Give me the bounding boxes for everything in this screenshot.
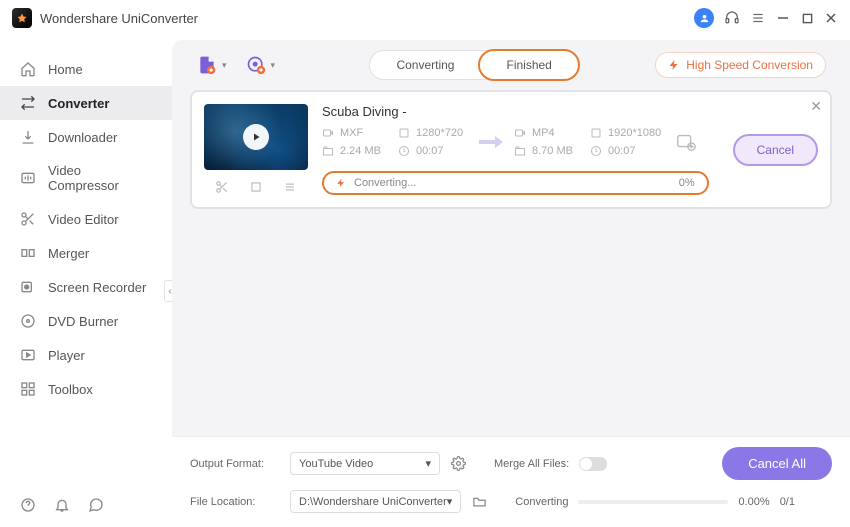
app-layout: Home Converter Downloader Video Compress…	[0, 36, 850, 527]
toolbar: ▾ ▾ Converting Finished High Speed Conve…	[172, 40, 850, 90]
progress-percent: 0%	[679, 177, 695, 189]
cancel-all-button[interactable]: Cancel All	[722, 447, 832, 480]
crop-icon[interactable]	[249, 180, 263, 194]
sidebar-item-label: Toolbox	[48, 382, 93, 397]
titlebar: Wondershare UniConverter	[0, 0, 850, 36]
overall-count: 0/1	[780, 496, 795, 508]
sidebar-item-downloader[interactable]: Downloader	[0, 120, 172, 154]
cancel-button[interactable]: Cancel	[733, 134, 818, 166]
sidebar-item-label: Video Compressor	[48, 163, 152, 193]
grid-icon	[20, 381, 36, 397]
sidebar-item-recorder[interactable]: Screen Recorder	[0, 270, 172, 304]
sidebar: Home Converter Downloader Video Compress…	[0, 36, 172, 527]
task-card: ✕ Scuba Diving - MXF	[190, 90, 832, 209]
converter-icon	[20, 95, 36, 111]
app-logo	[12, 8, 32, 28]
sidebar-item-label: DVD Burner	[48, 314, 118, 329]
download-icon	[20, 129, 36, 145]
output-format-label: Output Format:	[190, 458, 280, 470]
bolt-icon	[336, 178, 346, 188]
output-settings-button[interactable]	[675, 131, 697, 153]
file-location-label: File Location:	[190, 496, 280, 508]
sidebar-item-label: Video Editor	[48, 212, 119, 227]
compress-icon	[20, 170, 36, 186]
task-list: ✕ Scuba Diving - MXF	[172, 90, 850, 436]
file-title: Scuba Diving -	[322, 104, 709, 119]
app-title: Wondershare UniConverter	[40, 11, 198, 26]
minimize-icon[interactable]	[776, 11, 790, 25]
status-tabs: Converting Finished	[369, 50, 578, 80]
more-icon[interactable]	[283, 180, 297, 194]
merge-icon	[20, 245, 36, 261]
play-icon	[243, 124, 269, 150]
cut-icon[interactable]	[215, 180, 229, 194]
file-specs: MXF 2.24 MB 1280*720 00:07 MP4 8.70 MB	[322, 127, 709, 157]
chevron-down-icon[interactable]: ▾	[271, 60, 276, 71]
sidebar-item-label: Screen Recorder	[48, 280, 146, 295]
sidebar-item-label: Merger	[48, 246, 89, 261]
sidebar-item-label: Player	[48, 348, 85, 363]
output-format-select[interactable]: YouTube Video▾	[290, 452, 440, 475]
merge-toggle[interactable]	[579, 457, 607, 471]
sidebar-item-player[interactable]: Player	[0, 338, 172, 372]
headset-icon[interactable]	[724, 10, 740, 26]
add-file-button[interactable]	[196, 54, 218, 76]
chevron-down-icon[interactable]: ▾	[222, 60, 227, 71]
sidebar-item-label: Home	[48, 62, 83, 77]
sidebar-item-toolbox[interactable]: Toolbox	[0, 372, 172, 406]
bolt-icon	[668, 59, 680, 71]
high-speed-label: High Speed Conversion	[686, 58, 813, 72]
close-icon[interactable]: ✕	[810, 98, 822, 115]
sidebar-item-merger[interactable]: Merger	[0, 236, 172, 270]
sidebar-item-home[interactable]: Home	[0, 52, 172, 86]
overall-percent: 0.00%	[738, 496, 769, 508]
bell-icon[interactable]	[54, 497, 70, 513]
sidebar-item-label: Downloader	[48, 130, 117, 145]
scissors-icon	[20, 211, 36, 227]
play-icon	[20, 347, 36, 363]
add-dvd-button[interactable]	[245, 54, 267, 76]
home-icon	[20, 61, 36, 77]
arrow-right-icon	[474, 134, 508, 150]
close-icon[interactable]	[824, 11, 838, 25]
menu-icon[interactable]	[750, 10, 766, 26]
sidebar-footer	[0, 483, 172, 527]
file-location-select[interactable]: D:\Wondershare UniConverter▾	[290, 490, 461, 513]
help-icon[interactable]	[20, 497, 36, 513]
tab-finished[interactable]: Finished	[478, 49, 579, 81]
merge-label: Merge All Files:	[494, 458, 569, 470]
tab-converting[interactable]: Converting	[370, 51, 480, 79]
user-avatar[interactable]	[694, 8, 714, 28]
disc-icon	[20, 313, 36, 329]
video-thumbnail[interactable]	[204, 104, 308, 170]
main-panel: ▾ ▾ Converting Finished High Speed Conve…	[172, 40, 850, 527]
sidebar-item-label: Converter	[48, 96, 109, 111]
converting-label: Converting	[515, 496, 568, 508]
chevron-down-icon: ▾	[447, 495, 453, 508]
folder-icon[interactable]	[471, 494, 487, 510]
sidebar-item-editor[interactable]: Video Editor	[0, 202, 172, 236]
record-icon	[20, 279, 36, 295]
progress-bar: Converting... 0%	[322, 171, 709, 195]
high-speed-button[interactable]: High Speed Conversion	[655, 52, 826, 78]
feedback-icon[interactable]	[88, 497, 104, 513]
overall-progress	[578, 500, 728, 504]
chevron-down-icon: ▾	[425, 457, 431, 470]
maximize-icon[interactable]	[800, 11, 814, 25]
gear-icon[interactable]	[450, 456, 466, 472]
sidebar-item-compressor[interactable]: Video Compressor	[0, 154, 172, 202]
progress-status: Converting...	[354, 177, 416, 189]
sidebar-item-dvd[interactable]: DVD Burner	[0, 304, 172, 338]
sidebar-item-converter[interactable]: Converter	[0, 86, 172, 120]
bottom-bar: Output Format: YouTube Video▾ Merge All …	[172, 436, 850, 527]
